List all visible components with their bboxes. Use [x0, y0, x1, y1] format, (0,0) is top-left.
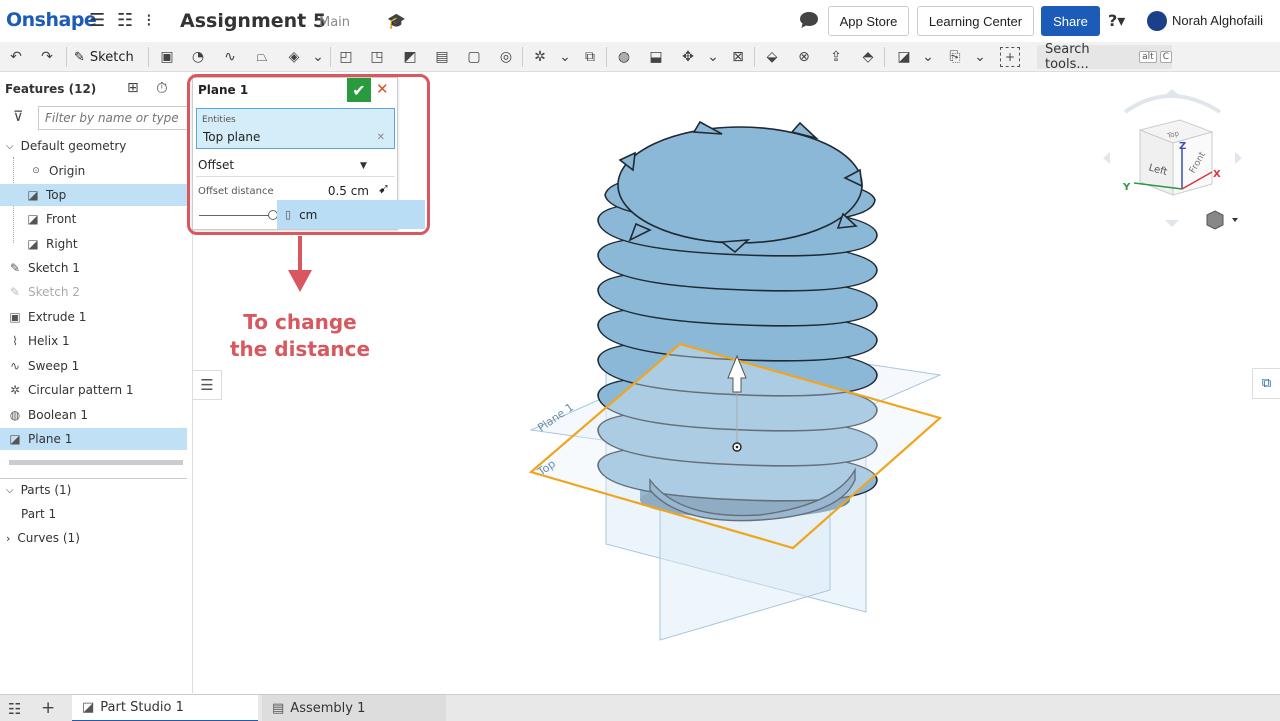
annotation-arrow-stem — [298, 236, 302, 272]
dialog-title: Plane 1 — [198, 83, 249, 97]
part-studio-icon: ◪ — [82, 700, 95, 715]
tab-bar: ☷ + ◪ Part Studio 1 ▤ Assembly 1 — [0, 694, 1280, 721]
onshape-app: Onshape ☰ ☷ ⁝ Assignment 5 Main 🎓 App St… — [0, 0, 1280, 721]
entities-value: Top plane — [203, 130, 261, 144]
list-icon: ☰ — [200, 376, 214, 394]
parts-icon: ⧉ — [1261, 376, 1272, 391]
tab-part-studio-1[interactable]: ◪ Part Studio 1 — [72, 695, 258, 721]
offset-slider-track[interactable] — [199, 215, 274, 216]
clear-selection-icon[interactable]: ✕ — [377, 132, 385, 143]
right-panel-tab[interactable]: ⧉ — [1252, 368, 1280, 399]
annotation-line-2: the distance — [229, 337, 371, 361]
assembly-icon: ▤ — [272, 701, 285, 716]
add-tab-icon[interactable]: + — [41, 698, 55, 718]
ruler-icon: ▯ — [285, 208, 292, 221]
axis-z-label: Z — [1179, 141, 1186, 152]
tab-assembly-1[interactable]: ▤ Assembly 1 — [262, 695, 446, 721]
plane-type-select[interactable]: Offset — [198, 158, 373, 172]
annotation-text: To change the distance — [225, 309, 375, 363]
entities-label: Entities — [202, 115, 236, 125]
annotation-line-1: To change — [243, 310, 357, 334]
axis-y-label: Y — [1122, 182, 1131, 193]
annotation-arrow-head — [288, 270, 312, 292]
tab-label: Part Studio 1 — [100, 700, 184, 715]
close-icon[interactable]: ✕ — [376, 80, 389, 98]
check-icon[interactable]: ✔ — [347, 78, 371, 102]
view-mode-dropdown[interactable] — [1206, 210, 1238, 230]
entities-field[interactable]: Entities Top plane ✕ — [196, 108, 395, 149]
feature-list-toggle[interactable]: ☰ — [193, 370, 222, 400]
flip-direction-icon[interactable]: ➹ — [378, 181, 390, 197]
chevron-down-icon[interactable]: ▼ — [360, 161, 367, 171]
offset-distance-input[interactable]: 0.5 cm — [278, 182, 373, 201]
tab-label: Assembly 1 — [290, 701, 366, 716]
unit-option-label: cm — [299, 207, 318, 222]
view-cube[interactable]: Top Left Front Z Y X — [1103, 89, 1242, 227]
offset-distance-label: Offset distance — [198, 186, 274, 197]
axis-x-label: X — [1213, 169, 1221, 180]
tab-manager-icon[interactable]: ☷ — [8, 700, 21, 718]
unit-autocomplete-option[interactable]: ▯ cm — [277, 200, 425, 229]
